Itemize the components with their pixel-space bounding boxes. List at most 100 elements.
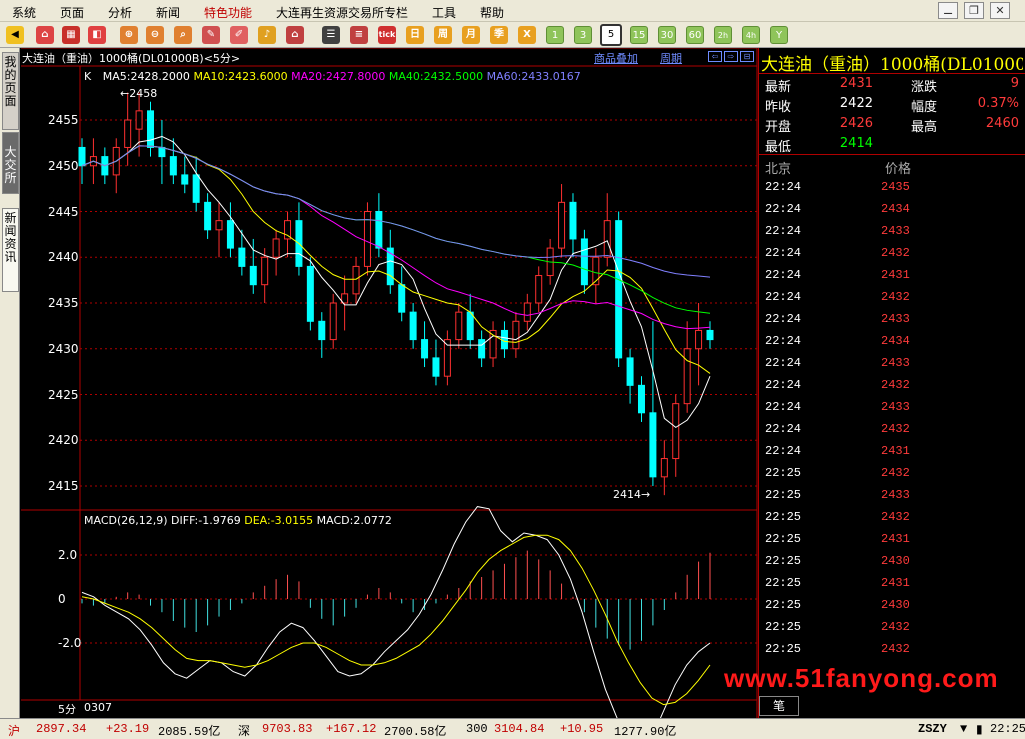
custom-period-button[interactable]: X <box>518 26 536 44</box>
maximize-button[interactable]: ❐ <box>964 2 984 19</box>
tick-price: 2432 <box>881 290 910 304</box>
tick-icon[interactable]: tick <box>378 26 396 44</box>
candle-body <box>238 247 246 267</box>
tick-header-price: 价格 <box>885 162 912 177</box>
candle-body <box>626 357 634 386</box>
weekly-button[interactable]: 周 <box>434 26 452 44</box>
tick-time: 22:24 <box>765 180 802 194</box>
minimize-button[interactable]: ⚊ <box>938 2 958 19</box>
close-button[interactable]: ✕ <box>990 2 1010 19</box>
candle-body <box>306 265 314 322</box>
candle-body <box>249 265 257 286</box>
candle-body <box>432 357 440 377</box>
macd-diff-label: DIFF:-1.9769 <box>171 514 241 527</box>
tf-15min-button[interactable]: 15 <box>630 26 648 44</box>
price-tick-label: 2445 <box>48 204 79 219</box>
quote-label: 开盘 <box>765 120 792 135</box>
tick-time: 22:25 <box>765 554 802 568</box>
candle-body <box>215 220 223 231</box>
candle-body <box>535 275 543 304</box>
period-label: 5分 <box>58 703 76 716</box>
candle-body <box>649 412 657 478</box>
candle-body <box>512 320 520 350</box>
search-icon[interactable]: ⌕ <box>174 26 192 44</box>
report-icon[interactable]: ≡ <box>350 26 368 44</box>
tick-time: 22:25 <box>765 488 802 502</box>
tick-price: 2432 <box>881 246 910 260</box>
kline-chart-area[interactable]: 大连油（重油）1000桶(DL01000B)<5分> 商品叠加 周期 ⇦ ⇨ ⊟… <box>20 48 758 718</box>
zoom-in-icon[interactable]: ⊕ <box>120 26 138 44</box>
period-link[interactable]: 周期 <box>660 50 682 66</box>
tf-4h-button[interactable]: 4h <box>742 26 760 44</box>
tf-2h-button[interactable]: 2h <box>714 26 732 44</box>
candle-body <box>124 119 132 148</box>
tick-time: 22:25 <box>765 510 802 524</box>
menu-analysis[interactable]: 分析 <box>108 4 132 21</box>
tab-news[interactable]: 新闻资讯 <box>2 208 19 292</box>
chart-icon[interactable]: ◧ <box>88 26 106 44</box>
candle-body <box>181 174 189 185</box>
macd-legend: MACD(26,12,9) DIFF:-1.9769 DEA:-3.0155 M… <box>84 514 392 527</box>
candle-body <box>500 329 508 350</box>
tab-my-page[interactable]: 我的页面 <box>2 52 19 130</box>
quarterly-button[interactable]: 季 <box>490 26 508 44</box>
kline-chart-svg[interactable] <box>20 48 758 718</box>
menu-tools[interactable]: 工具 <box>432 4 456 21</box>
tick-time: 22:25 <box>765 642 802 656</box>
menu-special-features[interactable]: 特色功能 <box>204 4 252 21</box>
quote-value: 2431 <box>839 76 873 91</box>
trade-icon[interactable]: ⌂ <box>286 26 304 44</box>
menu-exchange-column[interactable]: 大连再生资源交易所专栏 <box>276 4 408 21</box>
zszy-label[interactable]: ZSZY <box>918 722 947 736</box>
tab-dalian-exchange[interactable]: 大交所 <box>2 132 19 194</box>
menu-system[interactable]: 系统 <box>12 4 36 21</box>
tf-1min-button[interactable]: 1 <box>546 26 564 44</box>
back-arrow-icon[interactable]: ◀ <box>6 26 24 44</box>
price-tick-label: 2430 <box>48 341 79 356</box>
candle-body <box>272 238 280 258</box>
tick-time: 22:25 <box>765 576 802 590</box>
candle-body <box>660 458 668 478</box>
filter-icon[interactable]: ▼ <box>960 722 967 736</box>
price-tick-label: 2420 <box>48 433 79 448</box>
tf-year-button[interactable]: Y <box>770 26 788 44</box>
low-marker: 2414→ <box>613 488 651 501</box>
nav-prev-icon[interactable]: ⇦ <box>708 51 722 62</box>
signal-icon: ▮ <box>976 723 983 737</box>
monthly-button[interactable]: 月 <box>462 26 480 44</box>
indicator-icon[interactable]: ✎ <box>202 26 220 44</box>
market-icon[interactable]: ▦ <box>62 26 80 44</box>
daily-button[interactable]: 日 <box>406 26 424 44</box>
tick-price: 2433 <box>881 224 910 238</box>
candle-body <box>409 311 417 341</box>
candle-body <box>352 265 360 295</box>
alert-bell-icon[interactable]: ♪ <box>258 26 276 44</box>
tf-60min-button[interactable]: 60 <box>686 26 704 44</box>
tick-price: 2431 <box>881 532 910 546</box>
tick-time: 22:24 <box>765 334 802 348</box>
overlay-commodity-link[interactable]: 商品叠加 <box>594 50 638 66</box>
quote-value: 2426 <box>839 116 873 131</box>
tf-5min-button[interactable]: 5 <box>600 24 622 46</box>
home-icon[interactable]: ⌂ <box>36 26 54 44</box>
price-tick-label: 2425 <box>48 387 79 402</box>
status-bar: 沪 2897.34 +23.19 2085.59亿 深 9703.83 +167… <box>0 718 1025 739</box>
tick-time: 22:25 <box>765 620 802 634</box>
draw-line-icon[interactable]: ✐ <box>230 26 248 44</box>
table-icon[interactable]: ☰ <box>322 26 340 44</box>
tick-price: 2433 <box>881 356 910 370</box>
menu-page[interactable]: 页面 <box>60 4 84 21</box>
ma20-label: MA20:2427.8000 <box>291 70 386 83</box>
nav-next-icon[interactable]: ⇨ <box>724 51 738 62</box>
tab-ticks[interactable]: 笔 <box>759 696 799 716</box>
tick-time: 22:24 <box>765 312 802 326</box>
nav-expand-icon[interactable]: ⊟ <box>740 51 754 62</box>
tick-time: 22:24 <box>765 246 802 260</box>
menu-news[interactable]: 新闻 <box>156 4 180 21</box>
menu-help[interactable]: 帮助 <box>480 4 504 21</box>
tf-3min-button[interactable]: 3 <box>574 26 592 44</box>
tf-30min-button[interactable]: 30 <box>658 26 676 44</box>
candle-body <box>226 220 234 249</box>
tick-price: 2431 <box>881 268 910 282</box>
zoom-out-icon[interactable]: ⊖ <box>146 26 164 44</box>
